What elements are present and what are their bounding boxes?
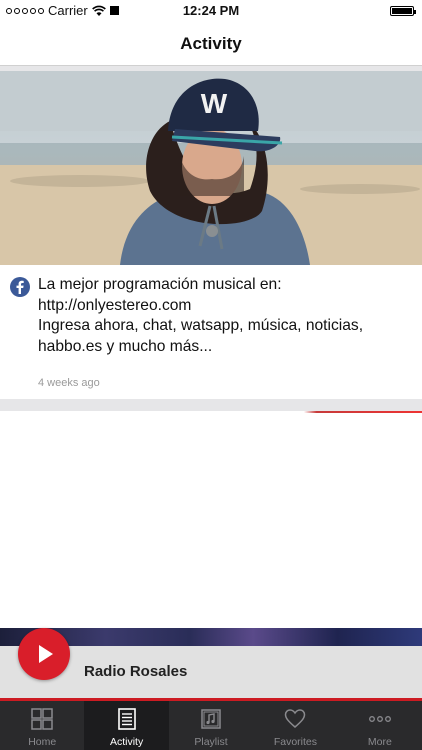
post-text: La mejor programación musical en: http:/… bbox=[38, 275, 402, 357]
tab-label: Favorites bbox=[273, 736, 318, 748]
svg-text:W: W bbox=[201, 88, 228, 119]
post-image[interactable] bbox=[0, 411, 422, 413]
tab-activity[interactable]: Activity bbox=[84, 701, 169, 750]
status-time: 12:24 PM bbox=[182, 3, 240, 18]
radio-player: Radio Rosales bbox=[0, 628, 422, 701]
tab-more[interactable]: More bbox=[338, 701, 422, 750]
tab-label: Home bbox=[28, 736, 57, 748]
tab-label: More bbox=[367, 736, 392, 748]
post-text-line: http://onlyestereo.com bbox=[38, 296, 192, 314]
post-body[interactable]: La mejor programación musical en: http:/… bbox=[0, 265, 422, 399]
tab-playlist[interactable]: Playlist bbox=[169, 701, 253, 750]
station-name: Radio Rosales bbox=[84, 663, 188, 680]
more-dots-icon bbox=[368, 716, 391, 722]
activity-feed[interactable]: W La mejor programación musical en: http… bbox=[0, 66, 422, 631]
status-bar: Carrier 12:24 PM bbox=[0, 0, 422, 22]
battery-icon bbox=[390, 6, 416, 16]
facebook-icon bbox=[10, 277, 30, 297]
music-note-icon bbox=[201, 709, 221, 729]
tab-home[interactable]: Home bbox=[0, 701, 84, 750]
tab-bar: Home Activity Playlist Favorites More bbox=[0, 701, 422, 750]
tab-label: Activity bbox=[109, 736, 144, 748]
post-text-line: Ingresa ahora, chat, watsapp, música, no… bbox=[38, 317, 364, 334]
post-text-line: La mejor programación musical en: bbox=[38, 276, 282, 293]
nav-bar: Activity bbox=[0, 22, 422, 66]
tab-favorites[interactable]: Favorites bbox=[253, 701, 337, 750]
page-title: Activity bbox=[180, 34, 242, 53]
post-card[interactable] bbox=[0, 411, 422, 631]
post-timestamp: 4 weeks ago bbox=[38, 377, 100, 389]
home-grid-icon bbox=[31, 708, 53, 730]
post-card[interactable]: W La mejor programación musical en: http… bbox=[0, 71, 422, 399]
post-image[interactable]: W bbox=[0, 71, 422, 265]
heart-icon bbox=[285, 709, 306, 728]
play-icon bbox=[39, 645, 53, 663]
tab-label: Playlist bbox=[194, 736, 228, 748]
play-button[interactable] bbox=[18, 628, 70, 680]
post-photo: W bbox=[0, 71, 422, 265]
newspaper-icon bbox=[117, 708, 136, 730]
post-text-line: habbo.es y mucho más... bbox=[38, 337, 213, 355]
